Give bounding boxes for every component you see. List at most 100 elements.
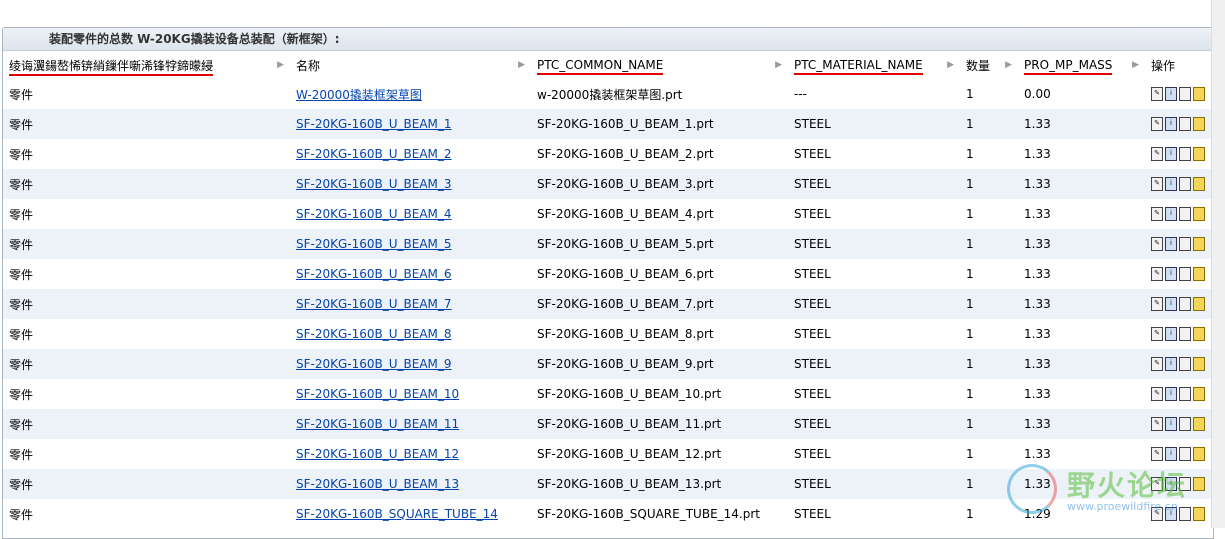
folder-icon[interactable]: [1193, 357, 1205, 371]
document-icon[interactable]: [1179, 327, 1191, 341]
part-name-link[interactable]: SF-20KG-160B_U_BEAM_2: [296, 147, 452, 161]
sort-arrow-icon[interactable]: ▶: [947, 60, 954, 70]
info-icon[interactable]: i: [1165, 447, 1177, 461]
col-header-mass[interactable]: PRO_MP_MASS ▶: [1018, 51, 1145, 79]
cell-mass-text: 1.33: [1024, 417, 1051, 431]
folder-icon[interactable]: [1193, 237, 1205, 251]
cell-quantity: 1: [960, 109, 1018, 139]
part-name-link[interactable]: SF-20KG-160B_U_BEAM_1: [296, 117, 452, 131]
folder-icon[interactable]: [1193, 177, 1205, 191]
folder-icon[interactable]: [1193, 87, 1205, 101]
col-header-name[interactable]: 名称 ▶: [290, 51, 531, 79]
document-icon[interactable]: [1179, 147, 1191, 161]
cell-common-name-text: w-20000撬装框架草图.prt: [537, 87, 683, 102]
edit-icon[interactable]: ✎: [1151, 147, 1163, 161]
document-icon[interactable]: [1179, 447, 1191, 461]
info-icon[interactable]: i: [1165, 87, 1177, 101]
info-icon[interactable]: i: [1165, 147, 1177, 161]
folder-icon[interactable]: [1193, 117, 1205, 131]
folder-icon[interactable]: [1193, 207, 1205, 221]
row-actions: ✎ i: [1151, 267, 1207, 281]
document-icon[interactable]: [1179, 297, 1191, 311]
sort-arrow-icon[interactable]: ▶: [1132, 60, 1139, 70]
edit-icon[interactable]: ✎: [1151, 417, 1163, 431]
info-icon[interactable]: i: [1165, 207, 1177, 221]
cell-mass-text: 1.33: [1024, 147, 1051, 161]
part-name-link[interactable]: SF-20KG-160B_U_BEAM_13: [296, 477, 459, 491]
info-icon[interactable]: i: [1165, 357, 1177, 371]
cell-type-text: 零件: [9, 417, 34, 432]
document-icon[interactable]: [1179, 177, 1191, 191]
cell-material: STEEL: [788, 409, 960, 439]
part-name-link[interactable]: SF-20KG-160B_U_BEAM_9: [296, 357, 452, 371]
part-name-link[interactable]: SF-20KG-160B_SQUARE_TUBE_14: [296, 507, 498, 521]
document-icon[interactable]: [1179, 387, 1191, 401]
part-name-link[interactable]: SF-20KG-160B_U_BEAM_5: [296, 237, 452, 251]
document-icon[interactable]: [1179, 237, 1191, 251]
folder-icon[interactable]: [1193, 297, 1205, 311]
vertical-scrollbar[interactable]: [1211, 0, 1225, 528]
cell-common-name: SF-20KG-160B_U_BEAM_13.prt: [531, 469, 788, 499]
edit-icon[interactable]: ✎: [1151, 447, 1163, 461]
sort-arrow-icon[interactable]: ▶: [775, 60, 782, 70]
sort-arrow-icon[interactable]: ▶: [1005, 60, 1012, 70]
cell-type-text: 零件: [9, 447, 34, 462]
folder-icon[interactable]: [1193, 327, 1205, 341]
col-header-material-name[interactable]: PTC_MATERIAL_NAME ▶: [788, 51, 960, 79]
col-header-quantity[interactable]: 数量 ▶: [960, 51, 1018, 79]
part-name-link[interactable]: SF-20KG-160B_U_BEAM_3: [296, 177, 452, 191]
document-icon[interactable]: [1179, 207, 1191, 221]
part-name-link[interactable]: W-20000撬装框架草图: [296, 88, 422, 102]
edit-icon[interactable]: ✎: [1151, 297, 1163, 311]
edit-icon[interactable]: ✎: [1151, 207, 1163, 221]
cell-common-name: SF-20KG-160B_U_BEAM_5.prt: [531, 229, 788, 259]
document-icon[interactable]: [1179, 357, 1191, 371]
cell-quantity: 1: [960, 409, 1018, 439]
cell-quantity-text: 1: [966, 237, 974, 251]
edit-icon[interactable]: ✎: [1151, 327, 1163, 341]
edit-icon[interactable]: ✎: [1151, 177, 1163, 191]
cell-mass-text: 1.33: [1024, 387, 1051, 401]
folder-icon[interactable]: [1193, 147, 1205, 161]
folder-icon[interactable]: [1193, 447, 1205, 461]
edit-icon[interactable]: ✎: [1151, 387, 1163, 401]
document-icon[interactable]: [1179, 117, 1191, 131]
cell-material: STEEL: [788, 499, 960, 529]
folder-icon[interactable]: [1193, 417, 1205, 431]
cell-mass-text: 1.33: [1024, 117, 1051, 131]
sort-arrow-icon[interactable]: ▶: [277, 60, 284, 70]
edit-icon[interactable]: ✎: [1151, 117, 1163, 131]
info-icon[interactable]: i: [1165, 327, 1177, 341]
part-name-link[interactable]: SF-20KG-160B_U_BEAM_8: [296, 327, 452, 341]
part-name-link[interactable]: SF-20KG-160B_U_BEAM_7: [296, 297, 452, 311]
edit-icon[interactable]: ✎: [1151, 357, 1163, 371]
info-icon[interactable]: i: [1165, 237, 1177, 251]
part-name-link[interactable]: SF-20KG-160B_U_BEAM_10: [296, 387, 459, 401]
info-icon[interactable]: i: [1165, 117, 1177, 131]
col-header-type[interactable]: 绫诲瀷鍚嶅悕锛綃鏁伴噺浠锋牸鍗曚綅 ▶: [3, 51, 290, 79]
part-name-link[interactable]: SF-20KG-160B_U_BEAM_12: [296, 447, 459, 461]
info-icon[interactable]: i: [1165, 387, 1177, 401]
part-name-link[interactable]: SF-20KG-160B_U_BEAM_11: [296, 417, 459, 431]
info-icon[interactable]: i: [1165, 417, 1177, 431]
cell-quantity: 1: [960, 199, 1018, 229]
edit-icon[interactable]: ✎: [1151, 267, 1163, 281]
col-header-common-name[interactable]: PTC_COMMON_NAME ▶: [531, 51, 788, 79]
edit-icon[interactable]: ✎: [1151, 237, 1163, 251]
folder-icon[interactable]: [1193, 267, 1205, 281]
document-icon[interactable]: [1179, 267, 1191, 281]
sort-arrow-icon[interactable]: ▶: [518, 60, 525, 70]
watermark-url: www.proewildfire.cn: [1067, 500, 1178, 513]
document-icon[interactable]: [1179, 87, 1191, 101]
row-actions: ✎ i: [1151, 117, 1207, 131]
table-header-row: 绫诲瀷鍚嶅悕锛綃鏁伴噺浠锋牸鍗曚綅 ▶ 名称 ▶ PTC_COMMON_NAME ▶ …: [3, 51, 1213, 79]
edit-icon[interactable]: ✎: [1151, 87, 1163, 101]
document-icon[interactable]: [1179, 417, 1191, 431]
info-icon[interactable]: i: [1165, 267, 1177, 281]
cell-actions: ✎ i: [1145, 319, 1213, 349]
part-name-link[interactable]: SF-20KG-160B_U_BEAM_6: [296, 267, 452, 281]
folder-icon[interactable]: [1193, 387, 1205, 401]
part-name-link[interactable]: SF-20KG-160B_U_BEAM_4: [296, 207, 452, 221]
info-icon[interactable]: i: [1165, 297, 1177, 311]
info-icon[interactable]: i: [1165, 177, 1177, 191]
